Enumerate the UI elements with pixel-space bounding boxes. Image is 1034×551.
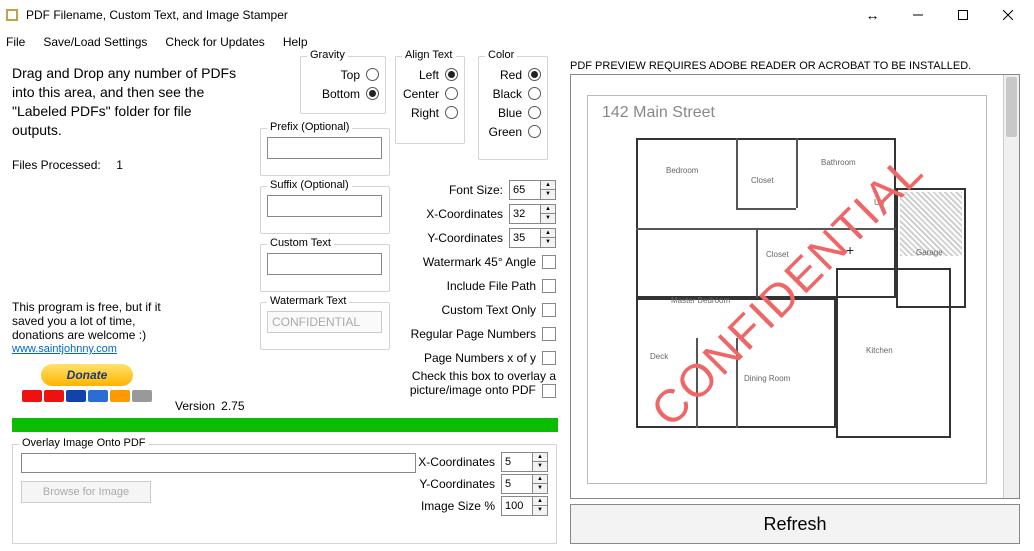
gravity-bottom-radio[interactable] <box>366 87 379 100</box>
custom-text-group: Custom Text <box>260 244 390 292</box>
app-icon <box>4 7 20 23</box>
color-black-radio[interactable] <box>528 87 541 100</box>
move-icon[interactable]: ↔ <box>850 0 895 30</box>
color-green-radio[interactable] <box>528 125 541 138</box>
color-blue-radio[interactable] <box>528 106 541 119</box>
controls-column: Font Size: ▲▼ X-Coordinates ▲▼ Y-Coordin… <box>400 178 556 370</box>
color-red-radio[interactable] <box>528 68 541 81</box>
close-button[interactable] <box>985 0 1030 30</box>
menu-help[interactable]: Help <box>283 35 308 49</box>
align-group: Align Text Left Center Right <box>395 56 465 144</box>
minimize-button[interactable] <box>895 0 940 30</box>
gravity-group: Gravity Top Bottom <box>300 56 386 114</box>
preview-page: 142 Main Street Bedroom Bathroom <box>587 95 987 484</box>
custom-only-checkbox[interactable] <box>542 303 556 317</box>
overlay-size-spinner[interactable]: ▲▼ <box>501 496 548 516</box>
pagenum-xofy-checkbox[interactable] <box>542 351 556 365</box>
align-center-radio[interactable] <box>445 87 458 100</box>
browse-image-button: Browse for Image <box>21 481 151 503</box>
pdf-preview: 142 Main Street Bedroom Bathroom <box>570 74 1020 499</box>
prefix-input[interactable] <box>267 137 382 159</box>
overlay-path-input[interactable] <box>21 453 416 473</box>
donate-text: This program is free, but if it saved yo… <box>12 300 172 342</box>
refresh-button[interactable]: Refresh <box>570 504 1020 544</box>
instructions-text: Drag and Drop any number of PDFs into th… <box>12 64 242 140</box>
preview-address: 142 Main Street <box>602 104 715 122</box>
preview-scrollbar[interactable] <box>1003 75 1019 498</box>
donate-button[interactable]: Donate <box>12 362 162 406</box>
files-processed: Files Processed: 1 <box>12 156 242 172</box>
preview-warning: PDF PREVIEW REQUIRES ADOBE READER OR ACR… <box>570 60 971 72</box>
overlay-y-spinner[interactable]: ▲▼ <box>501 474 548 494</box>
overlay-note: Check this box to overlay a picture/imag… <box>400 370 556 398</box>
progress-bar <box>12 418 558 432</box>
author-link[interactable]: www.saintjohnny.com <box>12 343 117 355</box>
prefix-group: Prefix (Optional) <box>260 128 390 176</box>
maximize-button[interactable] <box>940 0 985 30</box>
menu-saveload[interactable]: Save/Load Settings <box>43 35 147 49</box>
regular-pagenum-checkbox[interactable] <box>542 327 556 341</box>
version-label: Version 2.75 <box>175 399 245 413</box>
custom-text-input[interactable] <box>267 253 382 275</box>
donate-block: This program is free, but if it saved yo… <box>12 300 172 406</box>
menu-file[interactable]: File <box>6 35 25 49</box>
y-coord-spinner[interactable]: ▲▼ <box>509 228 556 248</box>
overlay-x-spinner[interactable]: ▲▼ <box>501 452 548 472</box>
window-title: PDF Filename, Custom Text, and Image Sta… <box>26 8 288 22</box>
align-left-radio[interactable] <box>445 68 458 81</box>
x-coord-spinner[interactable]: ▲▼ <box>509 204 556 224</box>
color-group: Color Red Black Blue Green <box>478 56 548 160</box>
drop-area[interactable]: Drag and Drop any number of PDFs into th… <box>12 64 242 172</box>
suffix-input[interactable] <box>267 195 382 217</box>
overlay-checkbox[interactable] <box>542 384 556 398</box>
watermark-text-group: Watermark Text <box>260 302 390 350</box>
align-right-radio[interactable] <box>445 106 458 119</box>
filepath-checkbox[interactable] <box>542 279 556 293</box>
titlebar: PDF Filename, Custom Text, and Image Sta… <box>0 0 1034 30</box>
watermark-text-input <box>267 311 382 333</box>
menu-updates[interactable]: Check for Updates <box>165 35 264 49</box>
font-size-spinner[interactable]: ▲▼ <box>509 180 556 200</box>
gravity-top-radio[interactable] <box>366 68 379 81</box>
payment-cards-icon <box>12 388 162 402</box>
angle-checkbox[interactable] <box>542 255 556 269</box>
overlay-image-group: Overlay Image Onto PDF Browse for Image … <box>12 444 557 544</box>
suffix-group: Suffix (Optional) <box>260 186 390 234</box>
